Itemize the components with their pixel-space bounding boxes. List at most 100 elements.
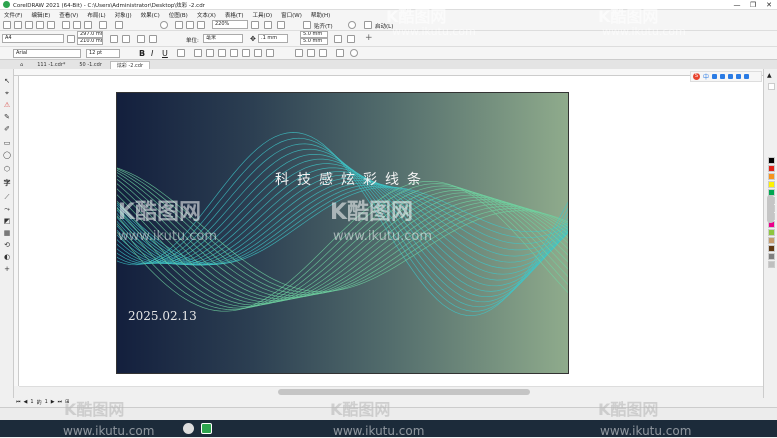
next-page-icon[interactable]: ▶ [51, 399, 55, 405]
palette-swatch[interactable] [768, 253, 775, 260]
envelope-icon[interactable] [319, 49, 327, 57]
crop-tool-icon[interactable]: ⚠ [3, 101, 11, 109]
palette-swatch[interactable] [768, 181, 775, 188]
menu-file[interactable]: 文件(F) [4, 11, 22, 19]
menu-edit[interactable]: 编辑(E) [31, 11, 50, 19]
menu-effects[interactable]: 效果(C) [141, 11, 160, 19]
ime-toolbox-icon[interactable] [744, 74, 750, 79]
font-family-select[interactable]: Arial [13, 49, 81, 58]
menu-help[interactable]: 帮助(H) [311, 11, 330, 19]
edit-all-pages-icon[interactable] [334, 35, 342, 43]
home-tab-icon[interactable]: ⌂ [14, 61, 29, 69]
input-method-bar[interactable]: S 中 [690, 71, 762, 82]
link-icon[interactable] [350, 49, 358, 57]
options-gear-icon[interactable] [348, 21, 356, 29]
add-tool-plus-icon[interactable]: + [3, 265, 11, 273]
last-page-icon[interactable]: ⏭ [58, 399, 63, 405]
palette-swatch[interactable] [768, 165, 775, 172]
bold-icon[interactable]: B [139, 49, 145, 58]
paste-icon[interactable] [84, 21, 92, 29]
prev-page-icon[interactable]: ◀ [24, 399, 28, 405]
snap-to-label[interactable]: 贴齐(T) [314, 22, 333, 30]
rectangle-tool-icon[interactable]: ▭ [3, 139, 11, 147]
bullet-list-icon[interactable] [194, 49, 202, 57]
cloud-icon[interactable] [36, 21, 44, 29]
units-select[interactable]: 毫米 [203, 34, 243, 43]
ime-punctuation-icon[interactable] [712, 74, 718, 79]
edit-text-icon[interactable] [242, 49, 250, 57]
print-icon[interactable] [47, 21, 55, 29]
import-icon[interactable] [175, 21, 183, 29]
save-icon[interactable] [25, 21, 33, 29]
drop-cap-icon[interactable] [218, 49, 226, 57]
palette-swatch[interactable] [768, 229, 775, 236]
artwork-title[interactable]: 科技感炫彩线条 [275, 169, 429, 189]
align-icon[interactable] [177, 49, 185, 57]
close-button[interactable]: ✕ [761, 0, 777, 10]
menu-view[interactable]: 查看(V) [59, 11, 78, 19]
palette-swatch[interactable] [768, 245, 775, 252]
menu-table[interactable]: 表格(T) [225, 11, 244, 19]
new-document-icon[interactable] [3, 21, 11, 29]
ime-chinese-mode-icon[interactable]: 中 [703, 72, 709, 81]
pick-tool-icon[interactable]: ↖ [3, 77, 11, 85]
menu-text[interactable]: 文本(X) [197, 11, 216, 19]
text-frame-icon[interactable] [336, 49, 344, 57]
ime-skin-icon[interactable] [736, 74, 742, 79]
eyedropper-tool-icon[interactable]: ⟲ [3, 241, 11, 249]
palette-swatch[interactable] [768, 157, 775, 164]
launch-icon[interactable] [364, 21, 372, 29]
current-page-icon[interactable] [149, 35, 157, 43]
palette-swatch[interactable] [768, 237, 775, 244]
page-height-field[interactable]: 210.0 mm [77, 38, 103, 45]
full-screen-icon[interactable] [251, 21, 259, 29]
underline-icon[interactable]: U [162, 49, 168, 58]
font-size-select[interactable]: 12 pt [86, 49, 120, 58]
text-tool-icon[interactable]: 字 [3, 179, 11, 187]
polygon-tool-icon[interactable]: ⬡ [3, 165, 11, 173]
add-plus-icon[interactable]: + [365, 33, 373, 43]
interactive-fill-icon[interactable]: ◐ [3, 253, 11, 261]
artwork-date[interactable]: 2025.02.13 [128, 309, 197, 323]
corel-connect-icon[interactable] [160, 21, 168, 29]
text-direction-icon[interactable] [295, 49, 303, 57]
snap-to-icon[interactable] [303, 21, 311, 29]
cut-icon[interactable] [62, 21, 70, 29]
redo-icon[interactable] [115, 21, 123, 29]
connector-tool-icon[interactable]: ⤳ [3, 205, 11, 213]
tab-111[interactable]: 111 -1.cdr* [31, 61, 71, 69]
tab-50[interactable]: 50 -1.cdr [73, 61, 108, 69]
horizontal-scrollbar-thumb[interactable] [278, 389, 530, 395]
all-pages-icon[interactable] [137, 35, 145, 43]
show-grid-icon[interactable] [277, 21, 285, 29]
copy-icon[interactable] [73, 21, 81, 29]
horizontal-text-icon[interactable] [254, 49, 262, 57]
palette-swatch[interactable] [768, 83, 775, 90]
nudge-distance-field[interactable]: .1 mm [258, 34, 288, 43]
palette-scroll-up-icon[interactable]: ▲ [767, 72, 772, 79]
ime-keyboard-icon[interactable] [728, 74, 734, 79]
menu-tools[interactable]: 工具(O) [253, 11, 273, 19]
minimize-button[interactable]: — [729, 0, 745, 10]
maximize-button[interactable]: ❐ [745, 0, 761, 10]
menu-window[interactable]: 窗口(W) [281, 11, 302, 19]
taskbar-coreldraw-icon[interactable] [201, 423, 212, 434]
palette-swatch[interactable] [768, 173, 775, 180]
publish-pdf-icon[interactable] [197, 21, 205, 29]
menu-object[interactable]: 对象(J) [115, 11, 132, 19]
shape-tool-icon[interactable]: ⌖ [3, 89, 11, 97]
numbered-list-icon[interactable] [206, 49, 214, 57]
ellipse-tool-icon[interactable]: ◯ [3, 151, 11, 159]
transparency-tool-icon[interactable]: ▦ [3, 229, 11, 237]
palette-swatch[interactable] [768, 261, 775, 268]
vertical-text-icon[interactable] [266, 49, 274, 57]
menu-layout[interactable]: 布局(L) [87, 11, 105, 19]
parallel-dimension-icon[interactable]: ⟋ [3, 193, 11, 201]
edit-page-icon[interactable] [347, 35, 355, 43]
artistic-media-icon[interactable]: ✐ [3, 125, 11, 133]
sogou-ime-icon[interactable]: S [693, 73, 700, 80]
first-page-icon[interactable]: ⏮ [16, 399, 21, 405]
taskbar-app-icon[interactable] [183, 423, 194, 434]
fit-text-icon[interactable] [307, 49, 315, 57]
portrait-icon[interactable] [110, 35, 118, 43]
